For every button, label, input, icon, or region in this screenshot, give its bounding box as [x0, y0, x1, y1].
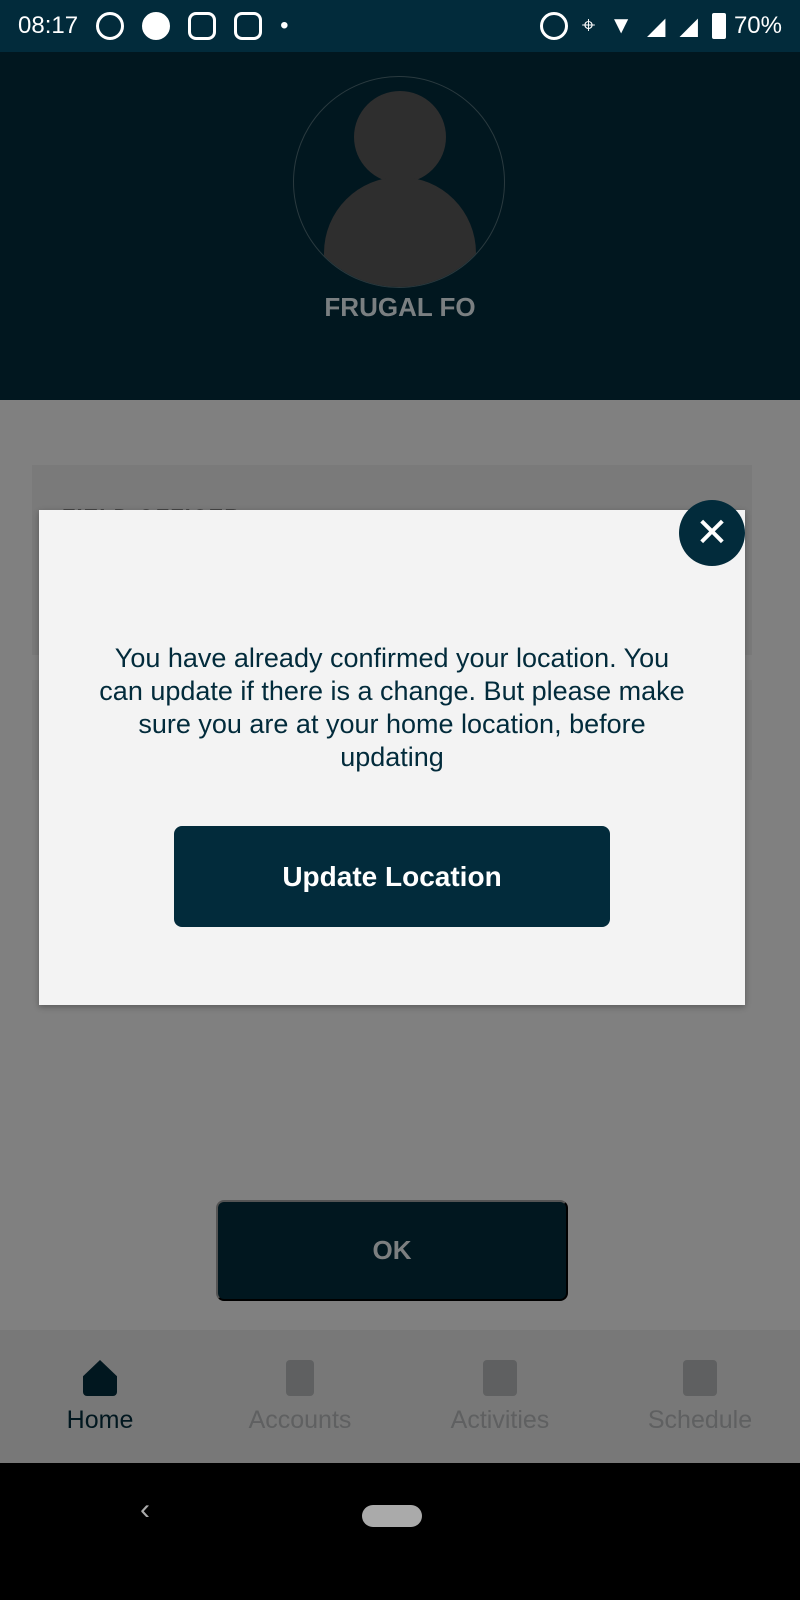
wifi-icon: ▼: [609, 12, 634, 39]
signal-icon: ◢: [647, 12, 666, 40]
nav-label: Schedule: [647, 1406, 753, 1434]
nav-accounts[interactable]: Accounts: [200, 1330, 400, 1463]
nav-activities[interactable]: Activities: [400, 1330, 600, 1463]
nav-label: Activities: [450, 1406, 550, 1434]
system-nav-bar: ‹: [0, 1463, 800, 1600]
back-icon[interactable]: ‹: [140, 1493, 150, 1527]
calendar-clock-icon: [683, 1360, 717, 1396]
nav-home[interactable]: Home: [0, 1330, 200, 1463]
avatar-body: [324, 177, 476, 287]
dot-icon: •: [280, 12, 289, 39]
clock: 08:17: [18, 12, 79, 39]
home-icon: [83, 1360, 117, 1396]
avatar: [293, 76, 505, 288]
activities-grid-icon: [483, 1360, 517, 1396]
signal-icon: ◢: [679, 12, 698, 40]
location-dialog: You have already confirmed your location…: [39, 510, 745, 1005]
nav-label: Accounts: [248, 1406, 352, 1434]
home-pill[interactable]: [362, 1505, 422, 1527]
instagram-icon: [234, 12, 263, 40]
messages-icon: [142, 12, 171, 40]
bottom-nav: Home Accounts Activities Schedule: [0, 1330, 800, 1463]
battery-level: 70%: [733, 12, 782, 39]
battery-icon: [711, 13, 726, 39]
nav-label: Home: [66, 1406, 134, 1434]
update-location-button[interactable]: Update Location: [174, 826, 610, 927]
ok-button[interactable]: OK: [216, 1200, 568, 1301]
profile-header: FRUGAL FO: [0, 52, 800, 400]
location-icon: ⌖: [581, 12, 596, 39]
status-bar: 08:17 • ⌖ ▼ ◢ ◢ 70%: [0, 0, 800, 52]
avatar-head: [354, 91, 446, 183]
alarm-icon: [539, 12, 568, 40]
close-icon[interactable]: ✕: [679, 500, 745, 566]
whatsapp-icon: [96, 12, 125, 40]
document-icon: [286, 1360, 314, 1396]
nav-schedule[interactable]: Schedule: [600, 1330, 800, 1463]
instagram-icon: [188, 12, 217, 40]
profile-name: FRUGAL FO: [324, 292, 476, 322]
dialog-message: You have already confirmed your location…: [99, 643, 685, 772]
